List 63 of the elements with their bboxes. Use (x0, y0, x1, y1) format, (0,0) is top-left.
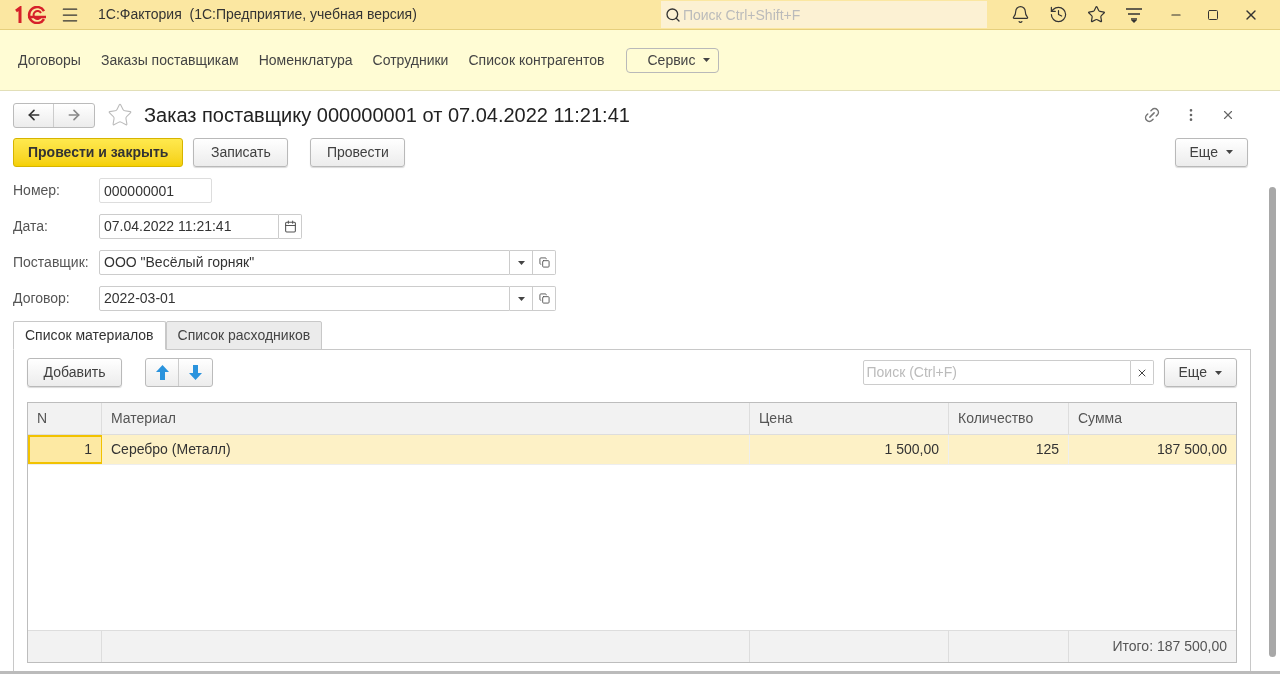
table-cell: Серебро (Металл) (102, 435, 750, 464)
more-button[interactable]: Еще (1174, 137, 1248, 167)
document-title: Заказ поставщику 000000001 от 07.04.2022 11:21:41 (144, 103, 630, 128)
post-and-close-button[interactable]: Провести и закрыть (13, 137, 184, 167)
history-icon[interactable] (1048, 5, 1068, 24)
nav-link[interactable]: Договоры (18, 49, 81, 71)
tab[interactable]: Список расходников (165, 321, 323, 350)
table-more-button[interactable]: Еще (1163, 358, 1237, 387)
maximize-icon[interactable] (1206, 8, 1219, 21)
select-field[interactable]: ООО "Весёлый горняк" (99, 250, 510, 275)
table-row[interactable]: 1 Серебро (Металл) 1 500,00 125 187 500,00 (28, 435, 1236, 465)
column-header[interactable]: Сумма (1069, 403, 1236, 434)
select-field[interactable]: 2022-03-01 (99, 286, 510, 311)
field-label: Дата: (13, 217, 49, 236)
dropdown-button[interactable] (510, 250, 533, 275)
arrow-up-icon (155, 365, 169, 380)
field-label: Номер: (13, 181, 61, 200)
calendar-button[interactable] (279, 214, 302, 239)
number-field[interactable]: 000000001 (99, 178, 212, 203)
logo-icon (14, 5, 48, 24)
arrow-down-icon (189, 365, 202, 380)
caret-icon (1215, 370, 1222, 375)
column-header[interactable]: Материал (102, 403, 750, 434)
arrow-right-icon (66, 107, 82, 123)
column-header[interactable]: N (28, 403, 102, 434)
field-label: Поставщик: (13, 253, 90, 272)
copy-icon (538, 293, 550, 304)
nav-link[interactable]: Сотрудники (372, 49, 449, 71)
tab[interactable]: Список материалов (13, 321, 166, 350)
table-cell: 1 500,00 (750, 435, 949, 464)
table-cell: 1 (28, 435, 102, 464)
global-search-field[interactable]: Поиск Ctrl+Shift+F (660, 1, 987, 28)
caret-icon (1226, 150, 1233, 154)
copy-icon (538, 257, 550, 268)
calendar-icon (283, 220, 297, 233)
caret-icon (517, 260, 525, 265)
open-button[interactable] (533, 286, 556, 311)
nav-link[interactable]: Заказы поставщикам (100, 49, 239, 71)
filter-icon[interactable] (1124, 6, 1143, 23)
favorite-star-icon[interactable] (107, 102, 133, 128)
open-button[interactable] (533, 250, 556, 275)
add-button[interactable]: Добавить (27, 358, 122, 387)
date-field[interactable]: 07.04.2022 11:21:41 (99, 214, 279, 239)
service-menu-button[interactable]: Сервис (625, 47, 720, 73)
command-button[interactable]: Провести (310, 137, 406, 167)
column-header[interactable]: Цена (750, 403, 949, 434)
field-label: Договор: (13, 289, 71, 308)
command-button[interactable]: Записать (193, 137, 289, 167)
footer-total: Итого: 187 500,00 (1112, 637, 1227, 656)
app-title: 1С:Фактория (1С:Предприятие, учебная версия) (98, 5, 417, 24)
nav-link[interactable]: Номенклатура (258, 49, 353, 71)
column-header[interactable]: Количество (949, 403, 1069, 434)
bell-icon[interactable] (1010, 5, 1030, 24)
star-icon[interactable] (1086, 5, 1106, 24)
table-cell-text: 187 500,00 (1155, 440, 1228, 459)
table-search-field[interactable]: Поиск (Ctrl+F) (862, 360, 1131, 385)
close-icon[interactable] (1221, 108, 1235, 122)
caret-icon (517, 296, 525, 301)
caret-icon (703, 58, 711, 62)
nav-link[interactable]: Список контрагентов (468, 49, 605, 71)
table-cell: 125 (949, 435, 1069, 464)
search-icon (664, 6, 681, 23)
dropdown-button[interactable] (510, 286, 533, 311)
